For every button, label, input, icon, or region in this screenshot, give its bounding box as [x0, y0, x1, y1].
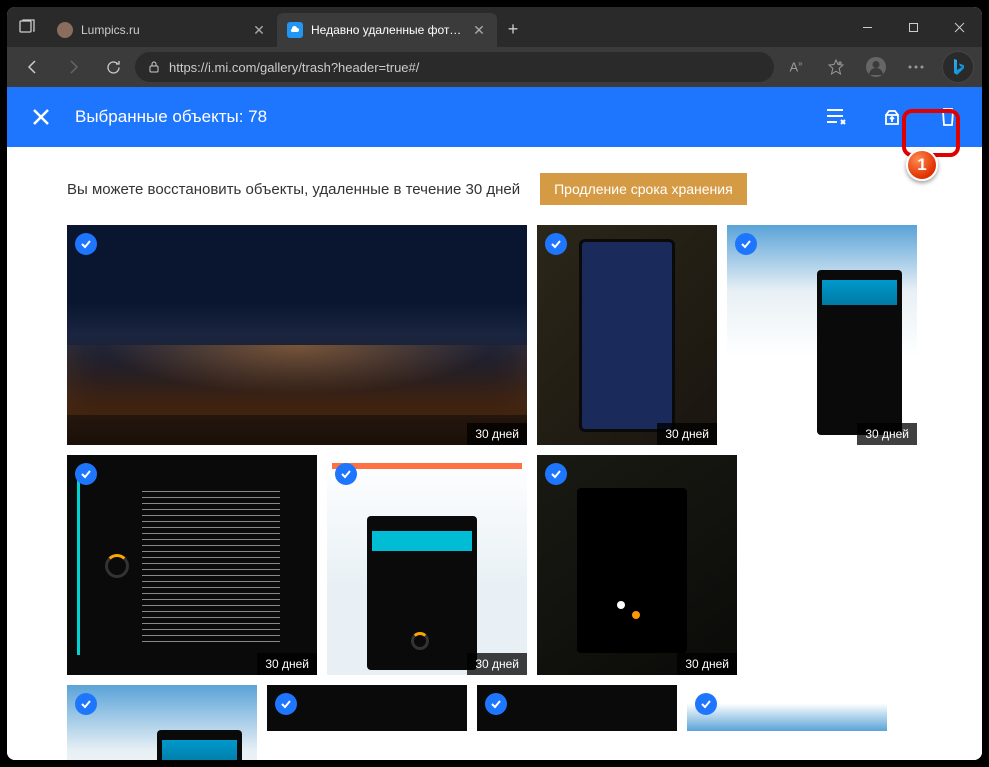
- thumbnail: [267, 685, 467, 731]
- photo-item[interactable]: 30 дней: [537, 455, 737, 675]
- days-badge: 30 дней: [467, 423, 527, 445]
- info-text: Вы можете восстановить объекты, удаленны…: [67, 181, 520, 198]
- browser-window: Lumpics.ru ✕ Недавно удаленные фото и ви…: [7, 7, 982, 760]
- photo-item[interactable]: 30 дней: [727, 225, 917, 445]
- tab-mi-gallery[interactable]: Недавно удаленные фото и вид ✕: [277, 13, 497, 47]
- url-input[interactable]: https://i.mi.com/gallery/trash?header=tr…: [135, 52, 774, 82]
- checkmark-icon[interactable]: [545, 233, 567, 255]
- checkmark-icon[interactable]: [75, 463, 97, 485]
- titlebar: Lumpics.ru ✕ Недавно удаленные фото и ви…: [7, 7, 982, 47]
- new-tab-button[interactable]: +: [497, 13, 529, 45]
- refresh-button[interactable]: [95, 49, 131, 85]
- bing-button[interactable]: [942, 51, 974, 83]
- days-badge: 30 дней: [857, 423, 917, 445]
- thumbnail: [67, 685, 257, 760]
- profile-button[interactable]: [858, 49, 894, 85]
- favicon-icon: [57, 22, 73, 38]
- photo-item[interactable]: 30 дней: [67, 685, 257, 760]
- days-badge: 30 дней: [257, 653, 317, 675]
- photo-item[interactable]: 30 дней: [67, 455, 317, 675]
- thumbnail: [537, 225, 717, 445]
- checkmark-icon[interactable]: [275, 693, 297, 715]
- thumbnail: [477, 685, 677, 731]
- maximize-button[interactable]: [890, 7, 936, 47]
- days-badge: 30 дней: [657, 423, 717, 445]
- selection-bar: Выбранные объекты: 78: [7, 87, 982, 147]
- checkmark-icon[interactable]: [485, 693, 507, 715]
- annotation-highlight: [902, 109, 960, 157]
- photo-item[interactable]: [477, 685, 677, 731]
- gallery: 30 дней 30 дней 30 дней 30 дней: [7, 225, 982, 760]
- page: Выбранные объекты: 78 Вы можете восстано…: [7, 87, 982, 760]
- address-bar: https://i.mi.com/gallery/trash?header=tr…: [7, 47, 982, 87]
- photo-item[interactable]: 30 дней: [327, 455, 527, 675]
- tab-actions-button[interactable]: [7, 7, 47, 47]
- minimize-button[interactable]: [844, 7, 890, 47]
- content-area: Выбранные объекты: 78 Вы можете восстано…: [7, 87, 982, 760]
- close-selection-button[interactable]: [27, 103, 55, 131]
- selection-count: Выбранные объекты: 78: [75, 107, 267, 127]
- days-badge: 30 дней: [677, 653, 737, 675]
- close-tab-icon[interactable]: ✕: [251, 22, 267, 38]
- checkmark-icon[interactable]: [75, 693, 97, 715]
- checkmark-icon[interactable]: [335, 463, 357, 485]
- tab-title: Недавно удаленные фото и вид: [311, 23, 463, 37]
- checkmark-icon[interactable]: [75, 233, 97, 255]
- annotation-callout: 1: [906, 149, 938, 181]
- checkmark-icon[interactable]: [545, 463, 567, 485]
- tab-lumpics[interactable]: Lumpics.ru ✕: [47, 13, 277, 47]
- lock-icon: [147, 60, 161, 74]
- tab-title: Lumpics.ru: [81, 23, 243, 37]
- close-tab-icon[interactable]: ✕: [471, 22, 487, 38]
- thumbnail: [327, 455, 527, 675]
- favorites-button[interactable]: [818, 49, 854, 85]
- forward-button: [55, 49, 91, 85]
- thumbnail: [687, 685, 887, 731]
- url-text: https://i.mi.com/gallery/trash?header=tr…: [169, 60, 419, 75]
- photo-item[interactable]: 30 дней: [537, 225, 717, 445]
- thumbnail: [727, 225, 917, 445]
- thumbnail: [67, 455, 317, 675]
- deselect-all-button[interactable]: [822, 103, 850, 131]
- menu-button[interactable]: [898, 49, 934, 85]
- close-window-button[interactable]: [936, 7, 982, 47]
- thumbnail: [67, 225, 527, 445]
- checkmark-icon[interactable]: [695, 693, 717, 715]
- window-controls: [844, 7, 982, 47]
- checkmark-icon[interactable]: [735, 233, 757, 255]
- photo-item[interactable]: [687, 685, 887, 731]
- favicon-icon: [287, 22, 303, 38]
- info-row: Вы можете восстановить объекты, удаленны…: [7, 147, 982, 225]
- thumbnail: [537, 455, 737, 675]
- extend-storage-button[interactable]: Продление срока хранения: [540, 173, 747, 205]
- reader-mode-button[interactable]: A»: [778, 49, 814, 85]
- back-button[interactable]: [15, 49, 51, 85]
- photo-item[interactable]: [267, 685, 467, 731]
- days-badge: 30 дней: [467, 653, 527, 675]
- photo-item[interactable]: 30 дней: [67, 225, 527, 445]
